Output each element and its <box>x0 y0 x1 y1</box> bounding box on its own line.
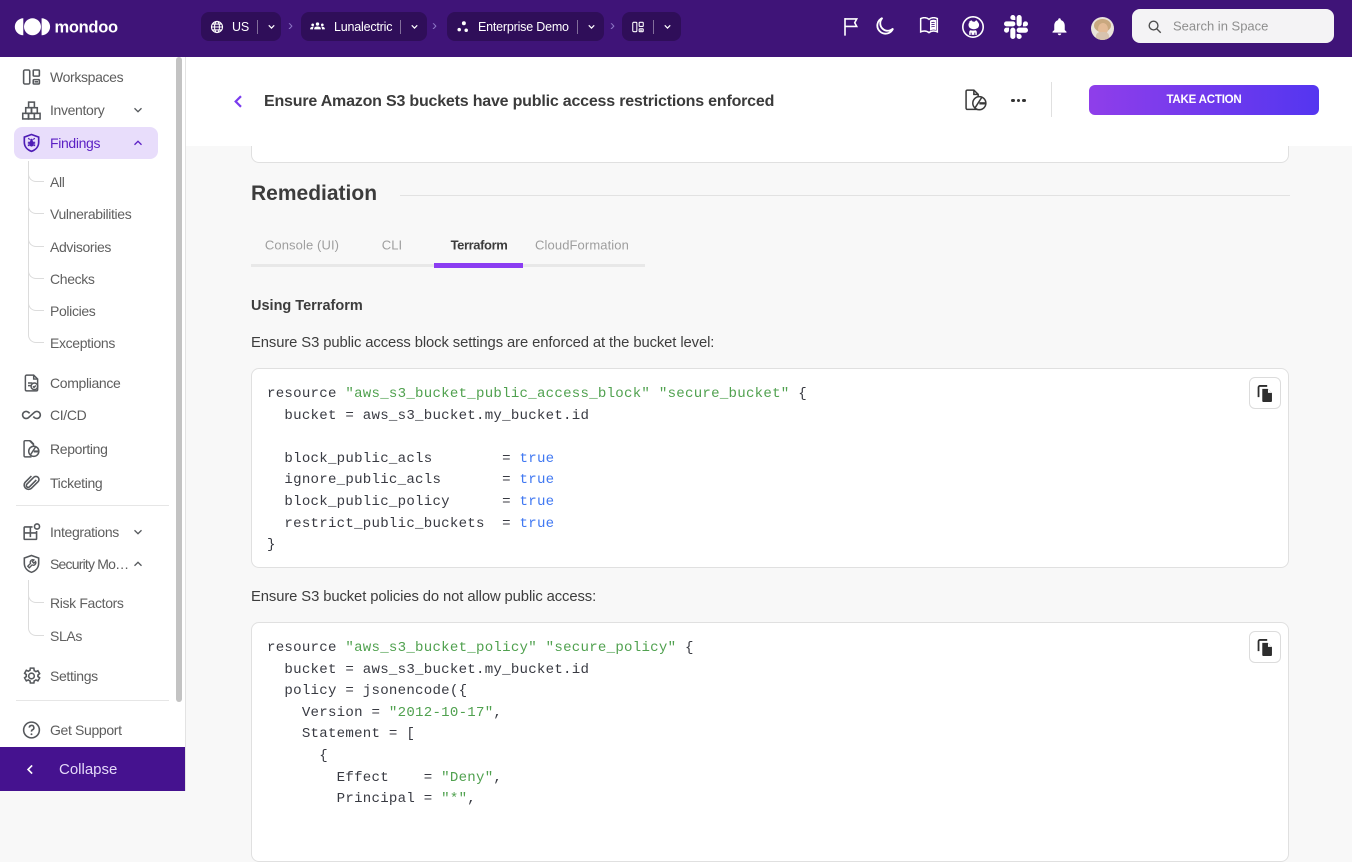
svg-text:mondoo: mondoo <box>55 19 118 37</box>
